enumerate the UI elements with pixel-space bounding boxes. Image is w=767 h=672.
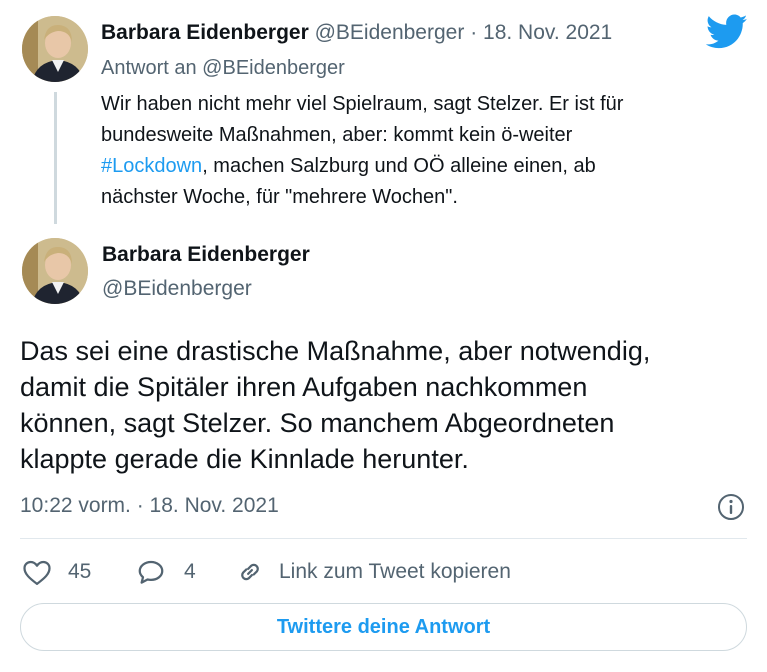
copy-link-label: Link zum Tweet kopieren: [279, 560, 511, 583]
link-icon: [235, 558, 265, 586]
reply-context: Antwort an @BEidenberger: [101, 57, 345, 80]
reply-button[interactable]: 4: [136, 558, 196, 586]
tweet-timestamp[interactable]: 10:22 vorm. · 18. Nov. 2021: [20, 494, 279, 518]
text-line: Das sei eine drastische Maßnahme, aber n…: [20, 336, 651, 366]
text-line: Wir haben nicht mehr viel Spielraum, sag…: [101, 93, 624, 115]
reply-to-handle[interactable]: @BEidenberger: [202, 57, 345, 79]
author-name[interactable]: Barbara Eidenberger: [102, 243, 310, 267]
main-tweet-text: Das sei eine drastische Maßnahme, aber n…: [20, 333, 650, 477]
reply-to-prefix: Antwort an: [101, 57, 203, 79]
separator: ·: [470, 21, 478, 44]
text-line: nächster Woche, für "mehrere Wochen".: [101, 186, 458, 208]
thread-line: [54, 92, 57, 224]
author-handle[interactable]: @BEidenberger: [102, 277, 252, 301]
reply-count: 4: [184, 560, 196, 583]
avatar[interactable]: [22, 16, 88, 82]
text-line: klappte gerade die Kinnlade herunter.: [20, 444, 469, 474]
reply-bubble-icon: [136, 558, 166, 586]
avatar[interactable]: [22, 238, 88, 304]
copy-link-button[interactable]: Link zum Tweet kopieren: [235, 558, 511, 586]
tweet-date[interactable]: 18. Nov. 2021: [483, 21, 612, 44]
divider: [20, 538, 747, 539]
tweet-your-reply-button[interactable]: Twittere deine Antwort: [20, 603, 747, 651]
author-name[interactable]: Barbara Eidenberger: [101, 21, 309, 44]
info-icon[interactable]: [716, 492, 746, 527]
hashtag-link[interactable]: #Lockdown: [101, 155, 202, 177]
text-line: bundesweite Maßnahmen, aber: kommt kein …: [101, 124, 573, 146]
twitter-bird-icon[interactable]: [705, 14, 748, 55]
heart-icon: [22, 558, 52, 586]
author-handle[interactable]: @BEidenberger: [315, 21, 465, 44]
like-button[interactable]: 45: [22, 558, 91, 586]
text-line: #Lockdown, machen Salzburg und OÖ allein…: [101, 155, 596, 177]
reply-tweet-text: Wir haben nicht mehr viel Spielraum, sag…: [101, 89, 623, 213]
text-line: können, sagt Stelzer. So manchem Abgeord…: [20, 408, 615, 438]
like-count: 45: [68, 560, 92, 583]
text-line: damit die Spitäler ihren Aufgaben nachko…: [20, 372, 588, 402]
reply-tweet-header: Barbara Eidenberger @BEidenberger · 18. …: [101, 21, 612, 45]
